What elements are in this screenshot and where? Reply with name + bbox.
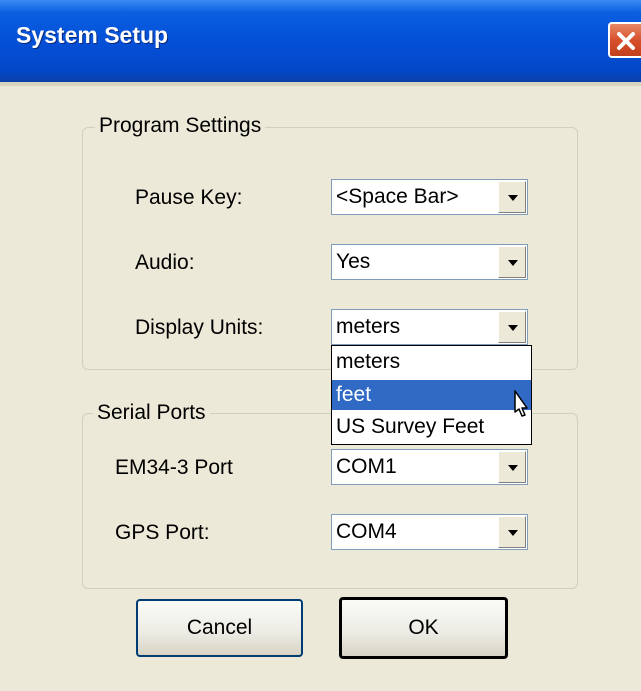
title-separator: [0, 82, 641, 86]
pause-key-dropdown-button[interactable]: [498, 181, 526, 213]
display-units-list[interactable]: meters feet US Survey Feet: [331, 345, 532, 445]
pause-key-value: <Space Bar>: [336, 185, 459, 208]
display-units-value: meters: [336, 315, 401, 338]
close-button[interactable]: [608, 22, 641, 58]
gps-port-value: COM4: [336, 520, 397, 543]
pause-key-select[interactable]: <Space Bar>: [331, 179, 528, 215]
em34-port-value: COM1: [336, 455, 397, 478]
display-units-select[interactable]: meters: [331, 309, 528, 345]
title-bar[interactable]: System Setup: [0, 0, 641, 82]
pause-key-label: Pause Key:: [135, 186, 243, 209]
list-item-feet[interactable]: feet: [332, 380, 531, 410]
mouse-pointer-icon: [508, 390, 530, 429]
window-title: System Setup: [16, 22, 169, 48]
em34-port-label: EM34-3 Port: [115, 456, 233, 479]
audio-label: Audio:: [135, 251, 195, 274]
list-item-us-survey-feet[interactable]: US Survey Feet: [332, 412, 531, 442]
cancel-button[interactable]: Cancel: [136, 599, 303, 657]
display-units-label: Display Units:: [135, 316, 264, 339]
em34-port-dropdown-button[interactable]: [498, 451, 526, 483]
gps-port-select[interactable]: COM4: [331, 514, 528, 550]
ok-button[interactable]: OK: [339, 597, 508, 659]
system-setup-dialog: System Setup Program Settings Pause Key:…: [0, 0, 641, 691]
em34-port-select[interactable]: COM1: [331, 449, 528, 485]
display-units-dropdown-button[interactable]: [498, 311, 526, 343]
list-item-meters[interactable]: meters: [332, 347, 531, 377]
audio-value: Yes: [336, 250, 371, 273]
audio-select[interactable]: Yes: [331, 244, 528, 280]
gps-port-dropdown-button[interactable]: [498, 516, 526, 548]
audio-dropdown-button[interactable]: [498, 246, 526, 278]
gps-port-label: GPS Port:: [115, 521, 210, 544]
serial-ports-title: Serial Ports: [93, 401, 210, 425]
program-settings-title: Program Settings: [95, 114, 266, 138]
